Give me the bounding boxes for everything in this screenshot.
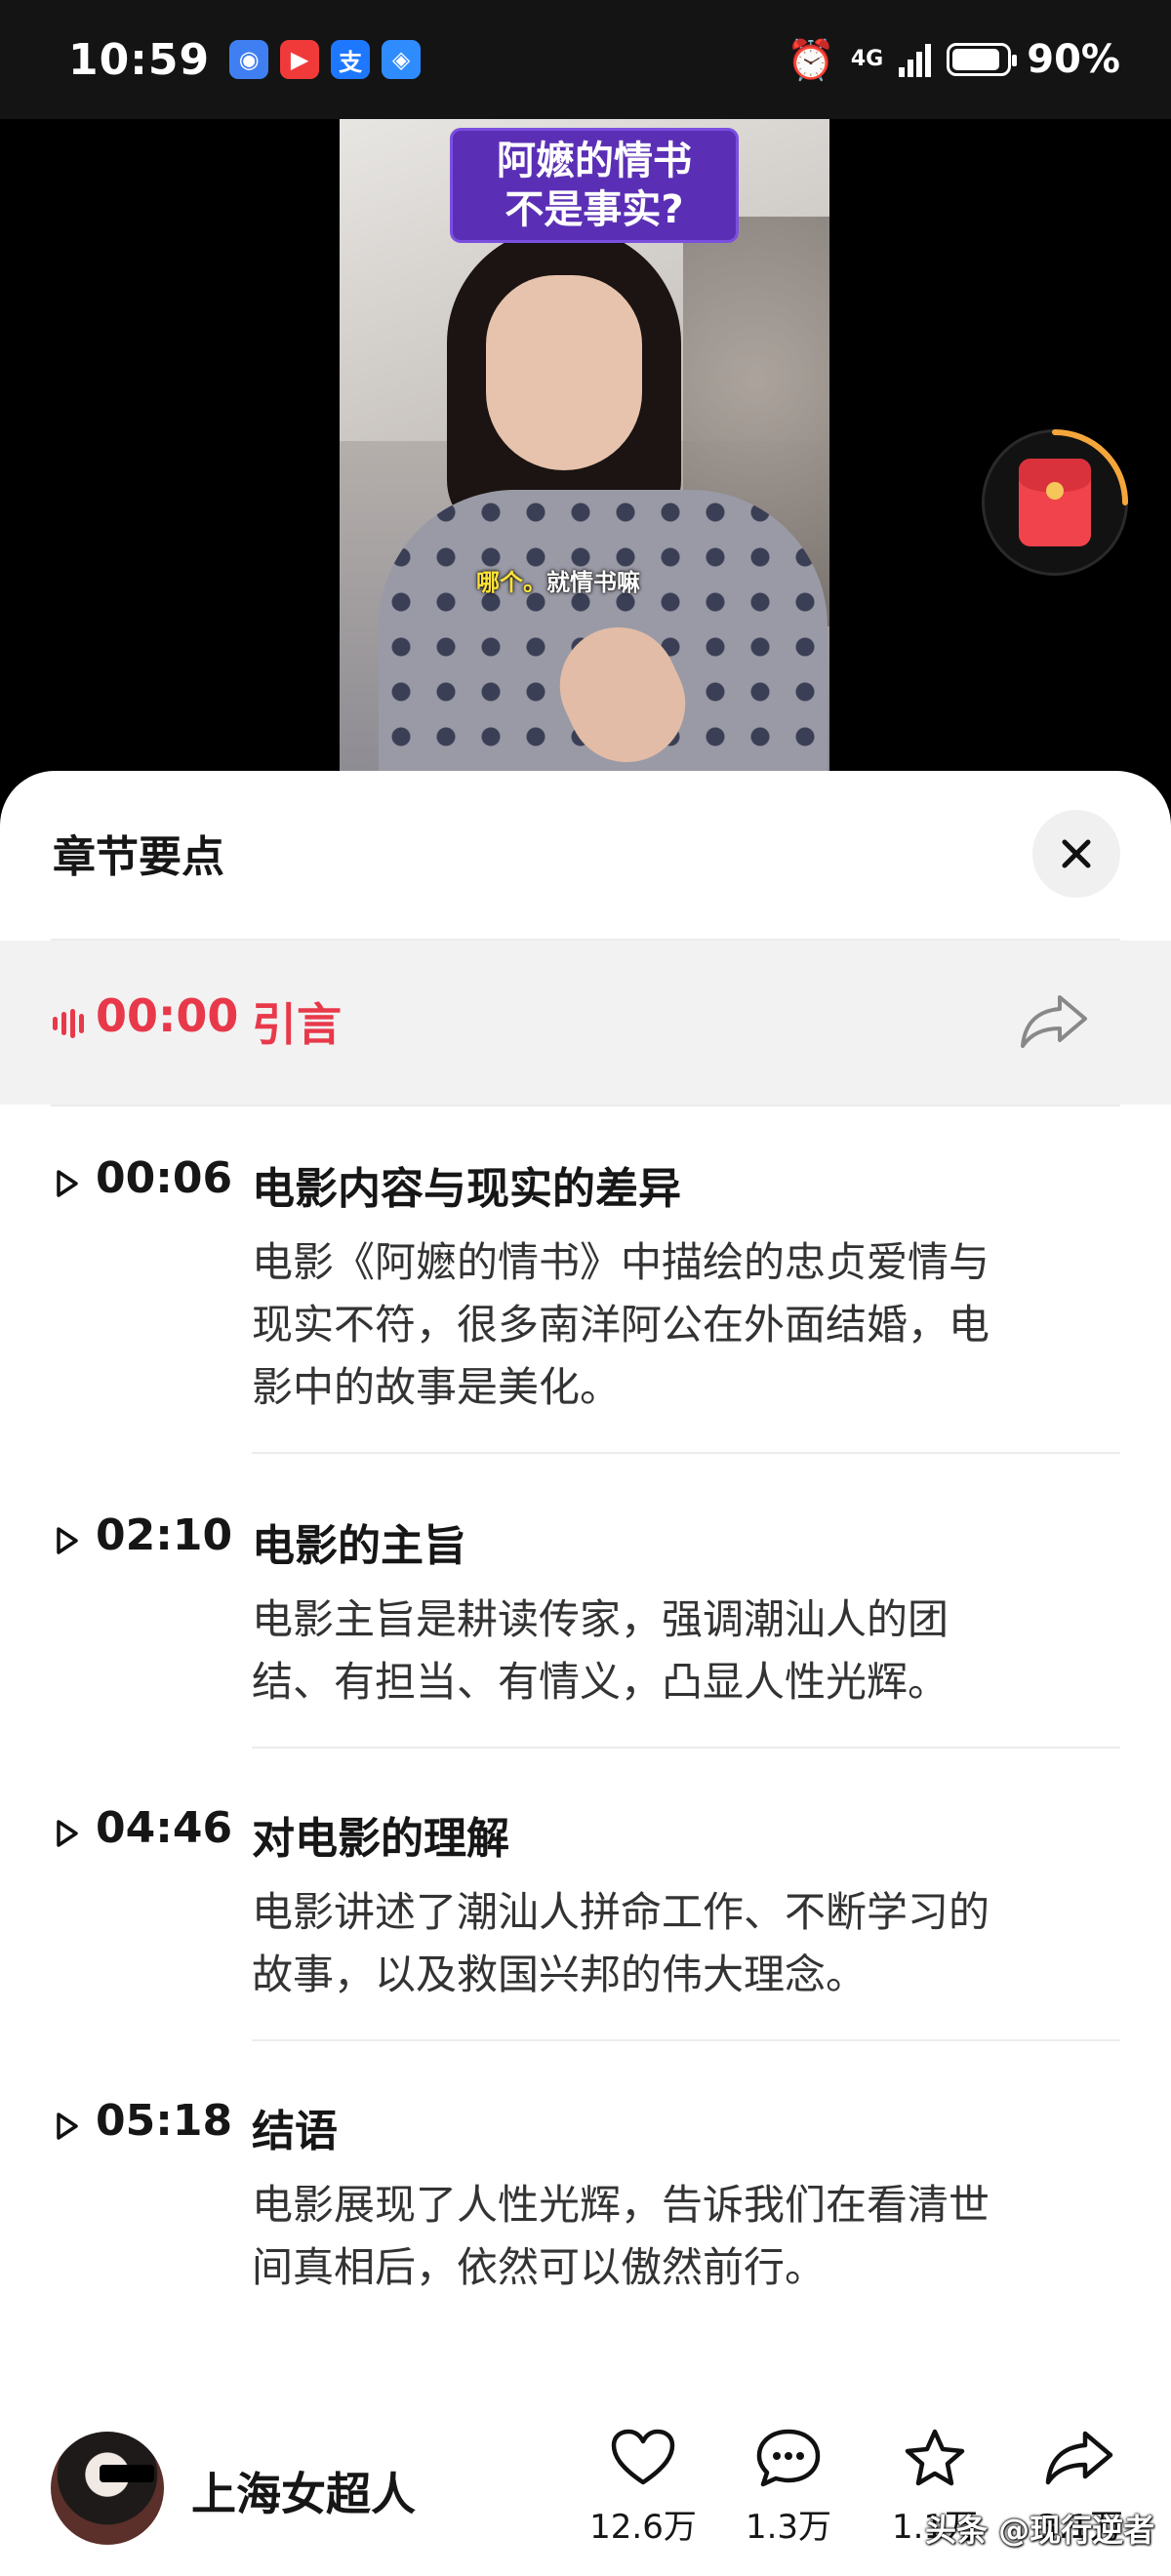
play-icon xyxy=(57,1527,78,1554)
chapter-title: 对电影的理解 xyxy=(252,1814,509,1864)
chapter-description: 电影《阿嬷的情书》中描绘的忠贞爱情与 现实不符，很多南洋阿公在外面结婚，电 影中… xyxy=(252,1231,1130,1419)
battery-fill xyxy=(952,49,1000,70)
chapter-title: 电影内容与现实的差异 xyxy=(252,1164,681,1214)
desc-line: 电影展现了人性光辉，告诉我们在看清世 xyxy=(252,2181,990,2229)
status-bar: 10:59 ◉ ▶ 支 ◈ ⏰ 4G 90% xyxy=(0,0,1171,119)
chapter-time: 00:06 xyxy=(96,1153,233,1203)
desc-line: 电影讲述了潮汕人拼命工作、不断学习的 xyxy=(252,1888,990,1936)
chapter-description: 电影展现了人性光辉，告诉我们在看清世 间真相后，依然可以傲然前行。 xyxy=(252,2174,1130,2299)
play-icon xyxy=(57,1170,78,1197)
chapter-description: 电影主旨是耕读传家，强调潮汕人的团 结、有担当、有情义，凸显人性光辉。 xyxy=(252,1589,1130,1713)
play-icon xyxy=(57,2113,78,2140)
desc-line: 电影《阿嬷的情书》中描绘的忠贞爱情与 xyxy=(252,1238,990,1286)
assistant-icon: ◈ xyxy=(382,40,422,79)
signal-icon xyxy=(899,42,932,77)
current-chapter-row[interactable]: 00:00 引言 xyxy=(0,941,1171,1105)
divider xyxy=(252,1747,1120,1749)
subtitle-text: 就情书嘛 xyxy=(546,569,640,596)
desc-line: 电影主旨是耕读传家，强调潮汕人的团 xyxy=(252,1595,949,1643)
comment-icon xyxy=(756,2429,821,2487)
video-frame[interactable]: 阿嬷的情书 不是事实? 哪个。就情书嘛 xyxy=(340,119,829,771)
chapter-time: 02:10 xyxy=(96,1510,233,1560)
chapter-title: 结语 xyxy=(252,2107,338,2156)
comment-button[interactable]: 1.3万 xyxy=(725,2428,852,2548)
alipay-icon: 支 xyxy=(331,40,371,79)
play-icon xyxy=(57,1820,78,1847)
video-player[interactable]: 阿嬷的情书 不是事实? 哪个。就情书嘛 xyxy=(0,119,1171,781)
current-chapter-time: 00:00 xyxy=(96,989,239,1042)
close-button[interactable] xyxy=(1032,810,1120,898)
like-button[interactable]: 12.6万 xyxy=(580,2428,707,2548)
chapter-sheet: 章节要点 00:00 引言 00:06 电影内容与现实的差异 电影《阿嬷的情书》… xyxy=(0,771,1171,2576)
desc-line: 现实不符，很多南洋阿公在外面结婚，电 xyxy=(252,1301,990,1348)
desc-line: 结、有担当、有情义，凸显人性光辉。 xyxy=(252,1658,949,1706)
red-packet-button[interactable] xyxy=(982,429,1128,576)
battery-percent: 90% xyxy=(1027,37,1120,82)
divider xyxy=(51,1105,1120,1107)
video-app-icon: ▶ xyxy=(280,40,320,79)
comment-count: 1.3万 xyxy=(745,2508,832,2547)
sheet-title: 章节要点 xyxy=(53,832,224,882)
star-icon xyxy=(905,2429,965,2486)
video-subtitle: 哪个。就情书嘛 xyxy=(476,563,640,597)
video-caption-line1: 阿嬷的情书 xyxy=(497,139,692,183)
network-type: 4G xyxy=(850,47,884,71)
status-time: 10:59 xyxy=(68,34,211,85)
sunglasses-icon xyxy=(100,2465,154,2482)
notification-icons: ◉ ▶ 支 ◈ xyxy=(229,40,422,79)
video-caption-line2: 不是事实? xyxy=(505,187,684,232)
desc-line: 间真相后，依然可以傲然前行。 xyxy=(252,2243,827,2291)
divider xyxy=(252,2039,1120,2041)
watermark: 头条 @现行逆者 xyxy=(925,2512,1155,2549)
share-icon[interactable] xyxy=(1019,989,1091,1052)
playing-wave-icon xyxy=(53,1009,84,1038)
subtitle-highlight: 哪个。 xyxy=(476,569,546,596)
author-avatar[interactable] xyxy=(51,2432,164,2545)
bottom-bar: 上海女超人 12.6万 1.3万 1.1万 3.1万 头条 @现行逆者 xyxy=(0,2420,1171,2576)
current-chapter-title: 引言 xyxy=(252,998,342,1051)
share-arrow-icon xyxy=(1045,2431,1113,2485)
chapter-description: 电影讲述了潮汕人拼命工作、不断学习的 故事，以及救国兴邦的伟大理念。 xyxy=(252,1881,1130,2006)
alarm-icon: ⏰ xyxy=(787,37,835,83)
desc-line: 影中的故事是美化。 xyxy=(252,1363,622,1411)
chapter-time: 04:46 xyxy=(96,1803,233,1853)
divider xyxy=(252,1452,1120,1454)
like-count: 12.6万 xyxy=(589,2508,697,2547)
browser-icon: ◉ xyxy=(229,40,269,79)
video-caption: 阿嬷的情书 不是事实? xyxy=(453,131,736,240)
red-envelope-icon xyxy=(1019,459,1091,546)
author-name[interactable]: 上海女超人 xyxy=(191,2459,416,2523)
heart-icon xyxy=(611,2429,675,2485)
close-icon xyxy=(1062,839,1091,868)
desc-line: 故事，以及救国兴邦的伟大理念。 xyxy=(252,1951,868,1998)
battery-icon xyxy=(947,43,1018,76)
chapter-time: 05:18 xyxy=(96,2096,233,2146)
chapter-title: 电影的主旨 xyxy=(252,1521,466,1571)
